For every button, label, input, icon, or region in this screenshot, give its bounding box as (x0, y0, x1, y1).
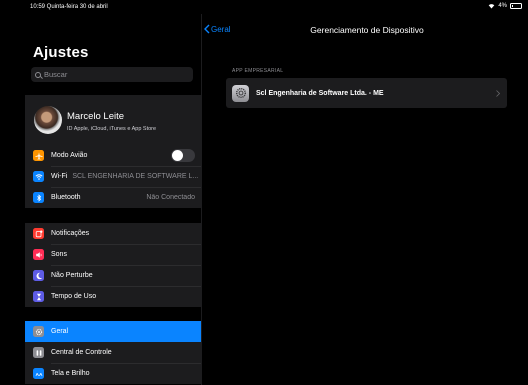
search-icon (35, 71, 41, 78)
sidebar-item-display-brightness[interactable]: AA Tela e Brilho (25, 363, 201, 384)
sidebar-item-do-not-disturb[interactable]: Não Perturbe (25, 265, 201, 286)
moon-icon (33, 270, 44, 281)
wifi-status-icon (489, 4, 495, 9)
gear-icon (33, 326, 44, 337)
section-header: APP EMPRESARIAL (232, 68, 284, 74)
sidebar-item-label: Tempo de Uso (51, 293, 97, 300)
apple-id-profile[interactable]: Marcelo Leite ID Apple, iCloud, iTunes e… (25, 95, 201, 145)
sidebar-item-screen-time[interactable]: Tempo de Uso (25, 286, 201, 307)
hourglass-icon (33, 291, 44, 302)
sidebar-item-label: Não Perturbe (51, 272, 93, 279)
profile-subtitle: ID Apple, iCloud, iTunes e App Store (67, 126, 157, 132)
nav-bar: Geral Gerenciamento de Dispositivo (202, 14, 528, 44)
display-icon: AA (33, 368, 44, 379)
avatar (34, 106, 62, 134)
enterprise-app-label: Scl Engenharia de Software Ltda. - ME (256, 89, 384, 97)
chevron-right-icon (496, 84, 501, 102)
status-right: 4% (488, 3, 522, 9)
control-center-icon (33, 347, 44, 358)
sidebar-item-notifications[interactable]: Notificações (25, 223, 201, 244)
sidebar-item-label: Notificações (51, 230, 90, 237)
wifi-network-name: SCL ENGENHARIA DE SOFTWARE L... (72, 173, 199, 180)
airplane-mode-toggle[interactable] (171, 149, 195, 162)
connectivity-group: Modo Avião Wi-Fi SCL ENGENHARIA DE SOFTW… (25, 145, 201, 208)
sound-icon (33, 249, 44, 260)
airplane-icon (33, 150, 44, 161)
sidebar-item-label: Bluetooth (51, 194, 81, 201)
sidebar-item-label: Modo Avião (51, 152, 88, 159)
sidebar-title: Ajustes (33, 44, 89, 61)
general-group: Geral Central de Controle AA Tela e Bril… (25, 321, 201, 384)
bluetooth-status: Não Conectado (146, 194, 195, 201)
enterprise-app-row[interactable]: Scl Engenharia de Software Ltda. - ME (226, 78, 507, 108)
notifications-icon (33, 228, 44, 239)
page-title: Gerenciamento de Dispositivo (310, 25, 424, 35)
svg-text:AA: AA (35, 372, 42, 378)
settings-sidebar: Ajustes Buscar Marcelo Leite ID Apple, i… (25, 14, 202, 385)
sidebar-item-airplane-mode[interactable]: Modo Avião (25, 145, 201, 166)
detail-pane: Geral Gerenciamento de Dispositivo APP E… (202, 14, 528, 385)
sidebar-item-wifi[interactable]: Wi-Fi SCL ENGENHARIA DE SOFTWARE L... (25, 166, 201, 187)
status-bar: 10:59 Quinta-feira 30 de abril 4% (0, 0, 528, 14)
bluetooth-icon (33, 192, 44, 203)
battery-percent: 4% (498, 3, 507, 9)
sidebar-item-label: Central de Controle (51, 349, 112, 356)
settings-app-icon (232, 84, 249, 102)
sidebar-item-sounds[interactable]: Sons (25, 244, 201, 265)
search-input[interactable]: Buscar (31, 67, 193, 82)
battery-icon (510, 3, 522, 9)
profile-name: Marcelo Leite (67, 111, 125, 122)
sidebar-item-label: Tela e Brilho (51, 370, 90, 377)
sidebar-item-label: Sons (51, 251, 67, 258)
sidebar-item-label: Wi-Fi (51, 173, 68, 180)
search-placeholder: Buscar (44, 70, 68, 79)
sidebar-item-bluetooth[interactable]: Bluetooth Não Conectado (25, 187, 201, 208)
sidebar-item-general[interactable]: Geral (25, 321, 201, 342)
wifi-icon (33, 171, 44, 182)
sidebar-item-control-center[interactable]: Central de Controle (25, 342, 201, 363)
status-time-date: 10:59 Quinta-feira 30 de abril (30, 4, 108, 10)
notifications-group: Notificações Sons Não Perturbe Tempo de … (25, 223, 201, 307)
sidebar-item-label: Geral (51, 328, 69, 335)
